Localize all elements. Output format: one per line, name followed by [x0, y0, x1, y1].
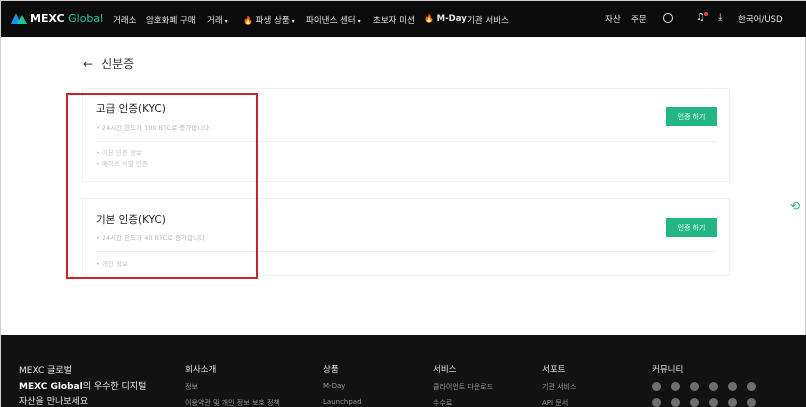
footer-link[interactable]: 클라이언트 다운로드 — [433, 382, 493, 392]
medium-icon[interactable] — [728, 382, 737, 391]
footer-brand-line: MEXC Global의 우수한 디지털 — [19, 382, 147, 392]
language-currency-selector[interactable]: 한국어/USD — [738, 13, 783, 25]
logo-text: MEXC Global — [30, 12, 104, 25]
footer-column-title: 회사소개 — [185, 365, 217, 375]
footer-link[interactable]: 정보 — [185, 382, 198, 392]
nav-item-exchange[interactable]: 거래소 — [113, 14, 136, 26]
linkedin-icon[interactable] — [652, 398, 661, 407]
nav-item-buy-crypto[interactable]: 암호화폐 구매 — [146, 14, 196, 26]
footer-column-title: 커뮤니티 — [652, 365, 684, 375]
page-title: 신분증 — [101, 57, 135, 71]
page-header: ← 신분증 — [83, 55, 134, 72]
instagram-icon[interactable] — [709, 398, 718, 407]
reddit-icon[interactable] — [671, 398, 680, 407]
fire-icon: 🔥 — [424, 14, 434, 23]
back-arrow-icon[interactable]: ← — [83, 57, 93, 71]
nav-item-m-day[interactable]: 🔥 M-Day — [424, 14, 467, 24]
top-navigation: MEXC Global 거래소 암호화폐 구매 거래 ▾ 🔥 파생 상품 ▾ 파이낸… — [1, 1, 806, 37]
footer-link[interactable]: 수수료 — [433, 398, 452, 407]
nav-item-trade[interactable]: 거래 ▾ — [207, 14, 228, 26]
advanced-verify-button[interactable]: 인증 하기 — [666, 107, 717, 126]
youtube-icon[interactable] — [690, 382, 699, 391]
chevron-down-icon: ▾ — [357, 18, 361, 25]
footer-column-title: 서포트 — [542, 365, 566, 375]
tiktok-icon[interactable] — [690, 398, 699, 407]
chevron-down-icon: ▾ — [224, 18, 228, 25]
vk-icon[interactable] — [728, 398, 737, 407]
download-icon[interactable]: ⤓ — [718, 12, 722, 23]
account-icon-shape — [663, 13, 673, 23]
nav-item-derivatives-label: 파생 상품 — [255, 16, 290, 26]
nav-item-institutional[interactable]: 기관 서비스 — [467, 14, 509, 26]
support-chat-icon[interactable]: ⟲ — [790, 199, 800, 213]
footer-link[interactable]: 이용약관 및 개인 정보 보호 정책 — [185, 398, 280, 407]
footer-column-title: 서비스 — [433, 365, 457, 375]
kakao-icon[interactable] — [747, 398, 756, 407]
highlight-annotation — [66, 93, 258, 279]
footer-link[interactable]: M-Day — [323, 382, 345, 390]
nav-item-finance-label: 파이낸스 센터 — [306, 16, 356, 26]
nav-item-m-day-label: M-Day — [436, 14, 467, 24]
nav-item-derivatives[interactable]: 🔥 파생 상품 ▾ — [243, 14, 295, 26]
footer-link[interactable]: 기관 서비스 — [542, 382, 576, 392]
nav-item-trade-label: 거래 — [207, 16, 223, 26]
basic-verify-button[interactable]: 인증 하기 — [666, 218, 717, 237]
facebook-icon[interactable] — [709, 382, 718, 391]
footer: MEXC 글로벌 MEXC Global의 우수한 디지털 자산을 만나보세요 … — [1, 335, 806, 407]
notification-dot — [704, 12, 708, 16]
chevron-down-icon: ▾ — [291, 18, 295, 25]
footer-column-title: 상품 — [323, 365, 339, 375]
telegram-icon[interactable] — [652, 382, 661, 391]
account-icon[interactable] — [663, 13, 673, 26]
discord-icon[interactable] — [747, 382, 756, 391]
nav-orders[interactable]: 주문 — [631, 13, 647, 25]
mexc-logo-icon — [11, 13, 27, 24]
footer-brand-line: 자산을 만나보세요 — [19, 397, 89, 407]
nav-item-beginner-mission[interactable]: 초보자 미션 — [373, 14, 415, 26]
footer-link[interactable]: Launchpad — [323, 398, 362, 406]
footer-link[interactable]: API 문서 — [542, 398, 568, 407]
nav-item-finance-center[interactable]: 파이낸스 센터 ▾ — [306, 14, 361, 26]
footer-brand-line: MEXC 글로벌 — [19, 366, 72, 376]
mexc-logo[interactable]: MEXC Global — [11, 12, 103, 25]
twitter-icon[interactable] — [671, 382, 680, 391]
fire-icon: 🔥 — [243, 16, 253, 25]
nav-assets[interactable]: 자산 — [605, 13, 621, 25]
